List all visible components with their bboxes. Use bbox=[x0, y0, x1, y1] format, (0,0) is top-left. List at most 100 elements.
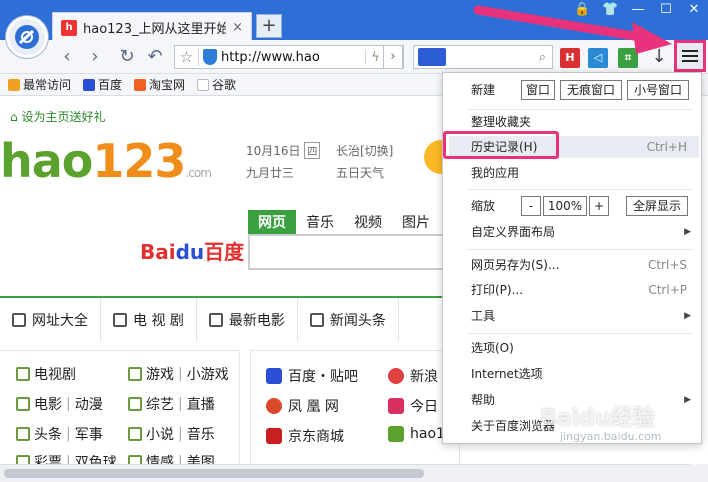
nav-tv[interactable]: 电 视 剧 bbox=[101, 298, 197, 342]
main-menu-dropdown: 新建 窗口 无痕窗口 小号窗口 整理收藏夹 历史记录(H) Ctrl+H 我的应… bbox=[442, 72, 702, 444]
date-display: 10月16日 四 bbox=[246, 142, 321, 159]
nav-sites[interactable]: 网址大全 bbox=[0, 298, 101, 342]
tv-icon bbox=[16, 367, 30, 381]
menu-divider bbox=[467, 249, 693, 250]
undo-close-button[interactable]: ↶ bbox=[144, 46, 166, 68]
new-window-button[interactable]: 窗口 bbox=[521, 80, 555, 100]
lottery-icon bbox=[16, 455, 30, 464]
new-tab-button[interactable]: + bbox=[256, 14, 282, 38]
menu-divider bbox=[467, 333, 693, 334]
horizontal-scrollbar[interactable] bbox=[0, 464, 690, 482]
menu-print[interactable]: 打印(P)... bbox=[471, 279, 523, 301]
list-icon bbox=[12, 313, 26, 327]
incognito-window-button[interactable]: 无痕窗口 bbox=[560, 80, 622, 100]
small-window-button[interactable]: 小号窗口 bbox=[627, 80, 689, 100]
bookmark-taobao[interactable]: 淘宝网 bbox=[134, 76, 185, 93]
category-nav: 网址大全 电 视 剧 最新电影 新闻头条 bbox=[0, 296, 460, 342]
phoenix-icon bbox=[266, 398, 282, 414]
link-novels[interactable]: 小说 | 音乐 bbox=[128, 424, 215, 444]
bookmark-label: 最常访问 bbox=[23, 78, 72, 92]
refresh-button[interactable]: ↻ bbox=[116, 46, 138, 68]
browser-tab[interactable]: h hao123_上网从这里开始 × bbox=[52, 12, 252, 42]
link-movies[interactable]: 电影 | 动漫 bbox=[16, 394, 103, 414]
tab-web[interactable]: 网页 bbox=[248, 210, 296, 234]
link-tv[interactable]: 电视剧 bbox=[16, 364, 76, 384]
browser-logo-icon[interactable] bbox=[6, 16, 48, 58]
link-headlines[interactable]: 头条 | 军事 bbox=[16, 424, 103, 444]
scroll-corner bbox=[690, 464, 708, 482]
bookmark-google[interactable]: 谷歌 bbox=[197, 76, 236, 93]
bookmark-most-visited[interactable]: 最常访问 bbox=[8, 76, 71, 93]
nav-movies[interactable]: 最新电影 bbox=[197, 298, 298, 342]
paw-icon bbox=[83, 78, 96, 91]
print-shortcut: Ctrl+P bbox=[648, 283, 687, 297]
menu-zoom-label: 缩放 bbox=[471, 199, 496, 213]
link-lottery[interactable]: 彩票 | 双色球 bbox=[16, 452, 117, 464]
news-icon bbox=[16, 427, 30, 441]
tab-music[interactable]: 音乐 bbox=[296, 210, 344, 234]
film-icon bbox=[16, 397, 30, 411]
page-search-input[interactable] bbox=[248, 234, 448, 270]
hao123-favicon: h bbox=[61, 19, 77, 36]
set-homepage-link[interactable]: ⌂ 设为主页送好礼 bbox=[10, 108, 105, 125]
lightning-icon[interactable]: ϟ bbox=[365, 50, 385, 64]
save-as-shortcut: Ctrl+S bbox=[647, 258, 687, 272]
site-hao123[interactable]: hao1 bbox=[388, 426, 445, 442]
search-engine-icon[interactable]: 🐾 bbox=[418, 48, 446, 66]
shield-icon bbox=[203, 49, 217, 65]
site-ifeng[interactable]: 凤 凰 网 bbox=[266, 396, 339, 416]
site-baidu-tieba[interactable]: 百度・贴吧 bbox=[266, 366, 358, 386]
fullscreen-button[interactable]: 全屏显示 bbox=[626, 196, 688, 216]
menu-save-as[interactable]: 网页另存为(S)... bbox=[471, 254, 559, 276]
site-jd[interactable]: 京东商城 bbox=[266, 426, 344, 446]
hao123-logo[interactable]: hao123.com bbox=[0, 134, 212, 188]
back-button[interactable]: ‹ bbox=[56, 46, 78, 68]
news-icon bbox=[309, 313, 324, 327]
weather-link[interactable]: 五日天气 bbox=[336, 164, 384, 181]
menu-organize-bookmarks[interactable]: 整理收藏夹 bbox=[471, 111, 531, 133]
zoom-in-button[interactable]: + bbox=[589, 196, 609, 216]
paw-icon bbox=[266, 368, 282, 384]
game-icon bbox=[128, 367, 142, 381]
menu-help[interactable]: 帮助 bbox=[471, 389, 495, 411]
bookmark-label: 百度 bbox=[98, 78, 123, 92]
baidu-logo[interactable]: Baidu百度 bbox=[140, 236, 244, 265]
site-toutiao[interactable]: 今日 bbox=[388, 396, 438, 416]
url-text[interactable]: http://www.hao bbox=[221, 50, 365, 65]
menu-customize-layout[interactable]: 自定义界面布局 bbox=[471, 221, 555, 243]
menu-internet-options[interactable]: Internet选项 bbox=[471, 363, 543, 385]
bookmark-label: 谷歌 bbox=[212, 78, 237, 92]
hao123-icon bbox=[388, 426, 404, 442]
link-variety[interactable]: 综艺 | 直播 bbox=[128, 394, 215, 414]
link-games[interactable]: 游戏 | 小游戏 bbox=[128, 364, 229, 384]
address-bar[interactable]: ☆ http://www.hao ϟ ∨ bbox=[174, 45, 404, 69]
bookmark-icon bbox=[8, 78, 20, 91]
menu-divider bbox=[467, 109, 693, 110]
link-emotion[interactable]: 情感 | 美图 bbox=[128, 452, 215, 464]
site-sina[interactable]: 新浪 bbox=[388, 366, 438, 386]
scrollbar-thumb[interactable] bbox=[4, 469, 424, 478]
go-button[interactable]: › bbox=[383, 45, 403, 69]
search-tabs: 网页 音乐 视频 图片 bbox=[248, 210, 440, 234]
nav-news[interactable]: 新闻头条 bbox=[298, 298, 399, 342]
tab-title: hao123_上网从这里开始 bbox=[83, 22, 227, 37]
film-icon bbox=[208, 313, 223, 327]
menu-new-label: 新建 bbox=[471, 83, 496, 97]
zoom-out-button[interactable]: - bbox=[521, 196, 541, 216]
page-icon bbox=[197, 78, 210, 91]
bookmark-baidu[interactable]: 百度 bbox=[83, 76, 122, 93]
star-icon[interactable]: ☆ bbox=[175, 48, 199, 66]
baidu-watermark: Baidu经验 bbox=[540, 406, 655, 431]
menu-options[interactable]: 选项(O) bbox=[471, 337, 514, 359]
forward-button[interactable]: › bbox=[84, 46, 106, 68]
lunar-date: 九月廿三 bbox=[246, 166, 295, 180]
menu-my-apps[interactable]: 我的应用 bbox=[471, 162, 519, 184]
play-icon bbox=[128, 397, 142, 411]
weibo-icon bbox=[388, 368, 404, 384]
tab-images[interactable]: 图片 bbox=[392, 210, 440, 234]
tab-video[interactable]: 视频 bbox=[344, 210, 392, 234]
tab-close-icon[interactable]: × bbox=[232, 20, 243, 35]
menu-tools[interactable]: 工具 bbox=[471, 305, 495, 327]
annotation-arrow-icon bbox=[473, 5, 672, 54]
city-switch[interactable]: 长治[切换] bbox=[336, 142, 393, 159]
